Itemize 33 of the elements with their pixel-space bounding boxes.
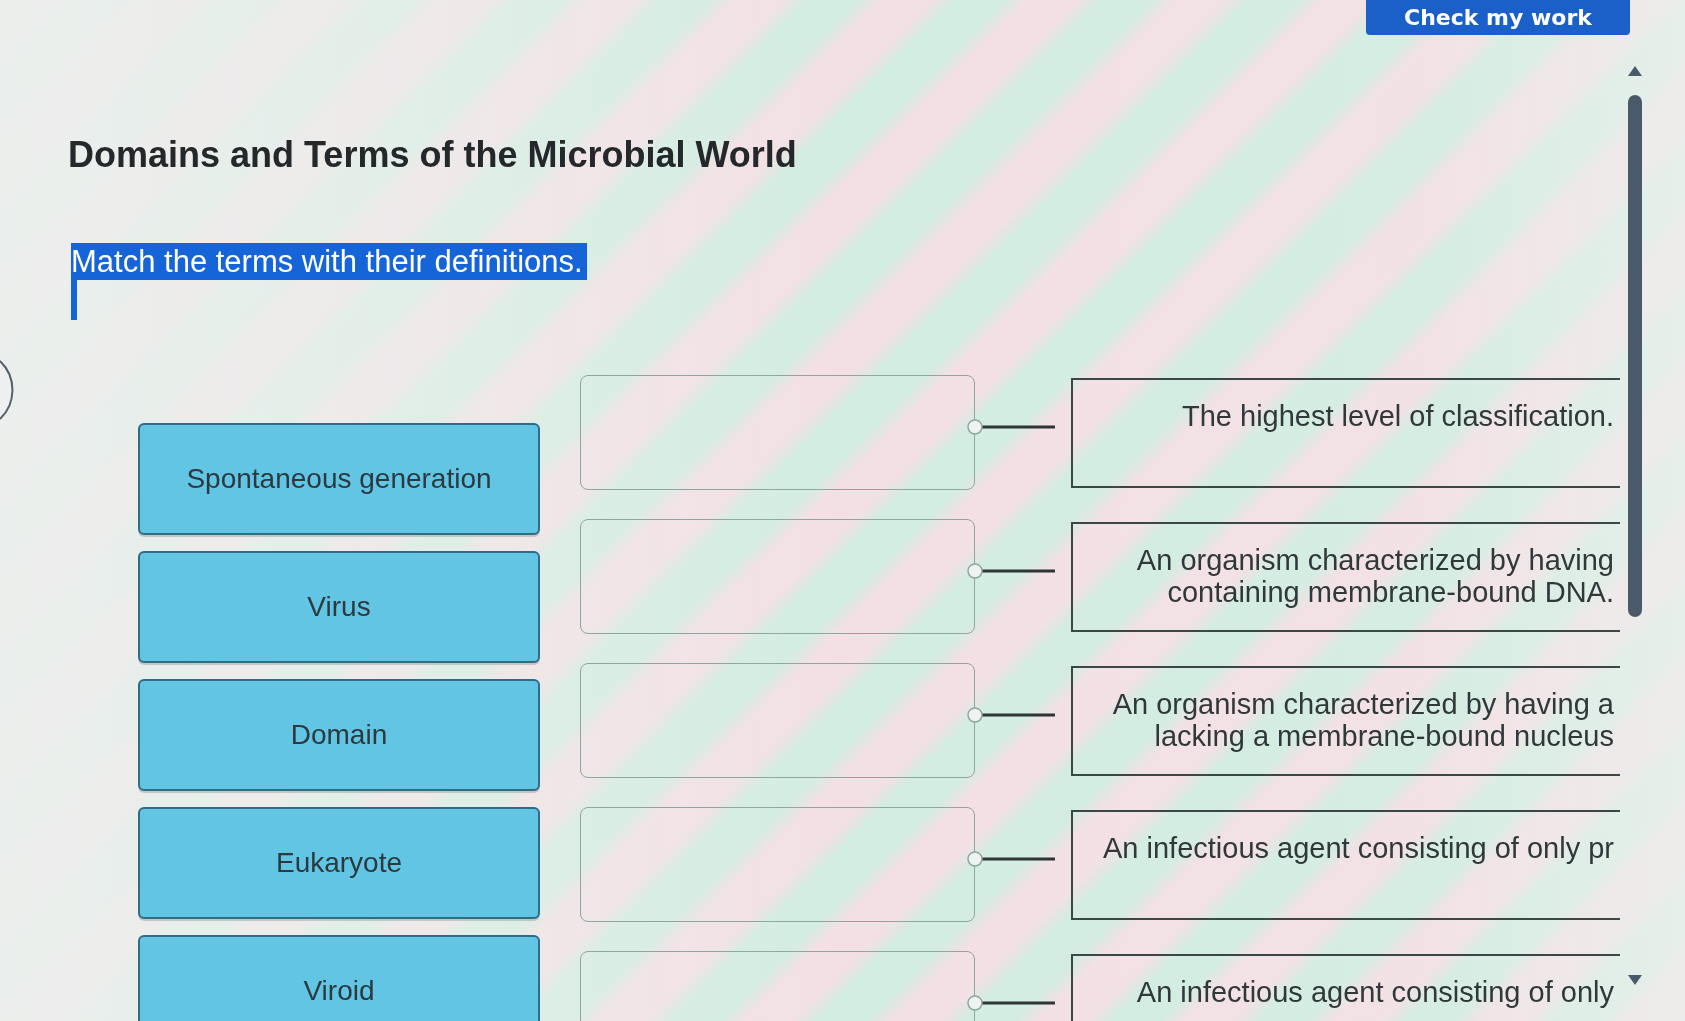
definition-box[interactable]: An infectious agent consisting of only xyxy=(1071,954,1620,1021)
term-card[interactable]: Eukaryote xyxy=(138,807,540,919)
scroll-down-icon[interactable] xyxy=(1628,975,1642,985)
definition-box[interactable]: An organism characterized by having containing membrane-bound DNA. xyxy=(1071,522,1620,632)
term-card[interactable]: Virus xyxy=(138,551,540,663)
check-my-work-button[interactable]: Check my work xyxy=(1366,0,1630,35)
selection-highlight xyxy=(71,280,77,320)
term-card[interactable]: Viroid xyxy=(138,935,540,1021)
definition-text: The highest level of classification. xyxy=(1182,400,1614,432)
scrollbar-thumb[interactable] xyxy=(1628,95,1642,617)
definition-text: An organism characterized by having a xyxy=(1112,688,1614,720)
drop-slot[interactable] xyxy=(580,663,975,778)
instruction-text: Match the terms with their definitions. xyxy=(71,243,587,280)
definition-box[interactable]: The highest level of classification. xyxy=(1071,378,1620,488)
definition-text: containing membrane-bound DNA. xyxy=(1167,576,1614,608)
term-card[interactable]: Domain xyxy=(138,679,540,791)
definition-box[interactable]: An organism characterized by having a lacking a membrane-bound nucleus xyxy=(1071,666,1620,776)
drop-slot[interactable] xyxy=(580,807,975,922)
term-card[interactable]: Spontaneous generation xyxy=(138,423,540,535)
definition-text: An organism characterized by having xyxy=(1136,544,1614,576)
connector-icon xyxy=(967,850,1055,868)
definition-box[interactable]: An infectious agent consisting of only pr xyxy=(1071,810,1620,920)
scroll-up-icon[interactable] xyxy=(1628,66,1642,76)
connector-icon xyxy=(967,994,1055,1012)
page-title: Domains and Terms of the Microbial World xyxy=(68,134,797,176)
drop-slot[interactable] xyxy=(580,519,975,634)
connector-icon xyxy=(967,562,1055,580)
definition-text: An infectious agent consisting of only pr xyxy=(1102,832,1614,864)
drop-slot[interactable] xyxy=(580,375,975,490)
connector-icon xyxy=(967,706,1055,724)
connector-icon xyxy=(967,418,1055,436)
definition-text: lacking a membrane-bound nucleus xyxy=(1154,720,1614,752)
definition-text: An infectious agent consisting of only xyxy=(1136,976,1614,1008)
